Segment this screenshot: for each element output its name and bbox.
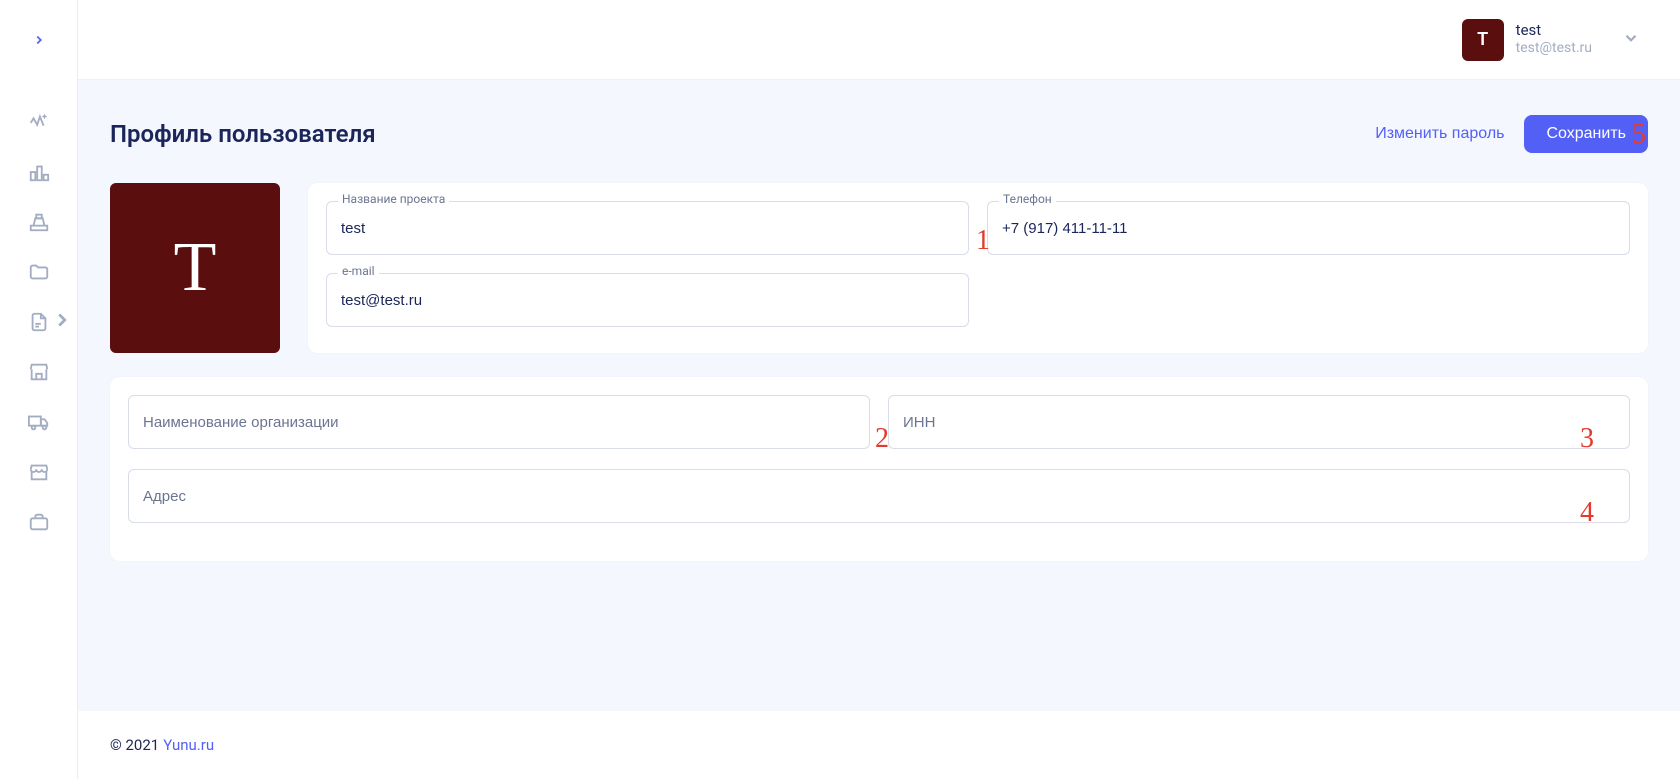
sidebar-item-cash-register[interactable] xyxy=(19,202,59,242)
store-icon xyxy=(28,361,50,383)
user-avatar-large: T xyxy=(110,183,280,353)
user-name: test xyxy=(1516,21,1592,40)
sidebar-item-work[interactable] xyxy=(19,502,59,542)
chevron-down-icon xyxy=(1622,29,1640,51)
sidebar-item-delivery[interactable] xyxy=(19,402,59,442)
main-area: T test test@test.ru Профиль пользователя… xyxy=(78,0,1680,779)
truck-icon xyxy=(28,411,50,433)
phone-label: Телефон xyxy=(999,192,1056,206)
sidebar-item-charts[interactable] xyxy=(19,152,59,192)
project-name-input[interactable] xyxy=(326,201,969,255)
sidebar-item-folder[interactable] xyxy=(19,252,59,292)
sidebar-expand-button[interactable] xyxy=(27,28,51,52)
content: Профиль пользователя Изменить пароль Сох… xyxy=(78,80,1680,711)
sidebar-item-store[interactable] xyxy=(19,352,59,392)
change-password-button[interactable]: Изменить пароль xyxy=(1375,125,1504,143)
sidebar-item-file[interactable] xyxy=(19,302,59,342)
file-icon xyxy=(28,311,50,333)
user-info: test test@test.ru xyxy=(1516,21,1592,57)
user-avatar-small: T xyxy=(1462,19,1504,61)
email-label: e-mail xyxy=(338,264,379,278)
address-input[interactable] xyxy=(128,469,1630,523)
save-button[interactable]: Сохранить xyxy=(1524,115,1648,153)
organization-card xyxy=(110,377,1648,561)
phone-input[interactable] xyxy=(987,201,1630,255)
profile-card: Название проекта Телефон e-mail xyxy=(308,183,1648,353)
bar-chart-icon xyxy=(28,161,50,183)
project-name-label: Название проекта xyxy=(338,192,449,206)
email-input[interactable] xyxy=(326,273,969,327)
sidebar xyxy=(0,0,78,779)
page-title: Профиль пользователя xyxy=(110,120,376,148)
sparkle-icon xyxy=(28,111,50,133)
user-menu[interactable]: T test test@test.ru xyxy=(1462,19,1640,61)
footer-brand-link[interactable]: Yunu.ru xyxy=(163,736,214,754)
sidebar-item-marketplace[interactable] xyxy=(19,452,59,492)
chevron-right-icon xyxy=(51,309,73,335)
inn-input[interactable] xyxy=(888,395,1630,449)
briefcase-icon xyxy=(28,511,50,533)
user-email: test@test.ru xyxy=(1516,40,1592,58)
sidebar-item-analytics[interactable] xyxy=(19,102,59,142)
organization-name-input[interactable] xyxy=(128,395,870,449)
topbar: T test test@test.ru xyxy=(78,0,1680,80)
folder-icon xyxy=(28,261,50,283)
cash-register-icon xyxy=(28,211,50,233)
footer: © 2021 Yunu.ru xyxy=(78,711,1680,779)
shop-icon xyxy=(28,461,50,483)
footer-text: © 2021 xyxy=(110,736,159,754)
